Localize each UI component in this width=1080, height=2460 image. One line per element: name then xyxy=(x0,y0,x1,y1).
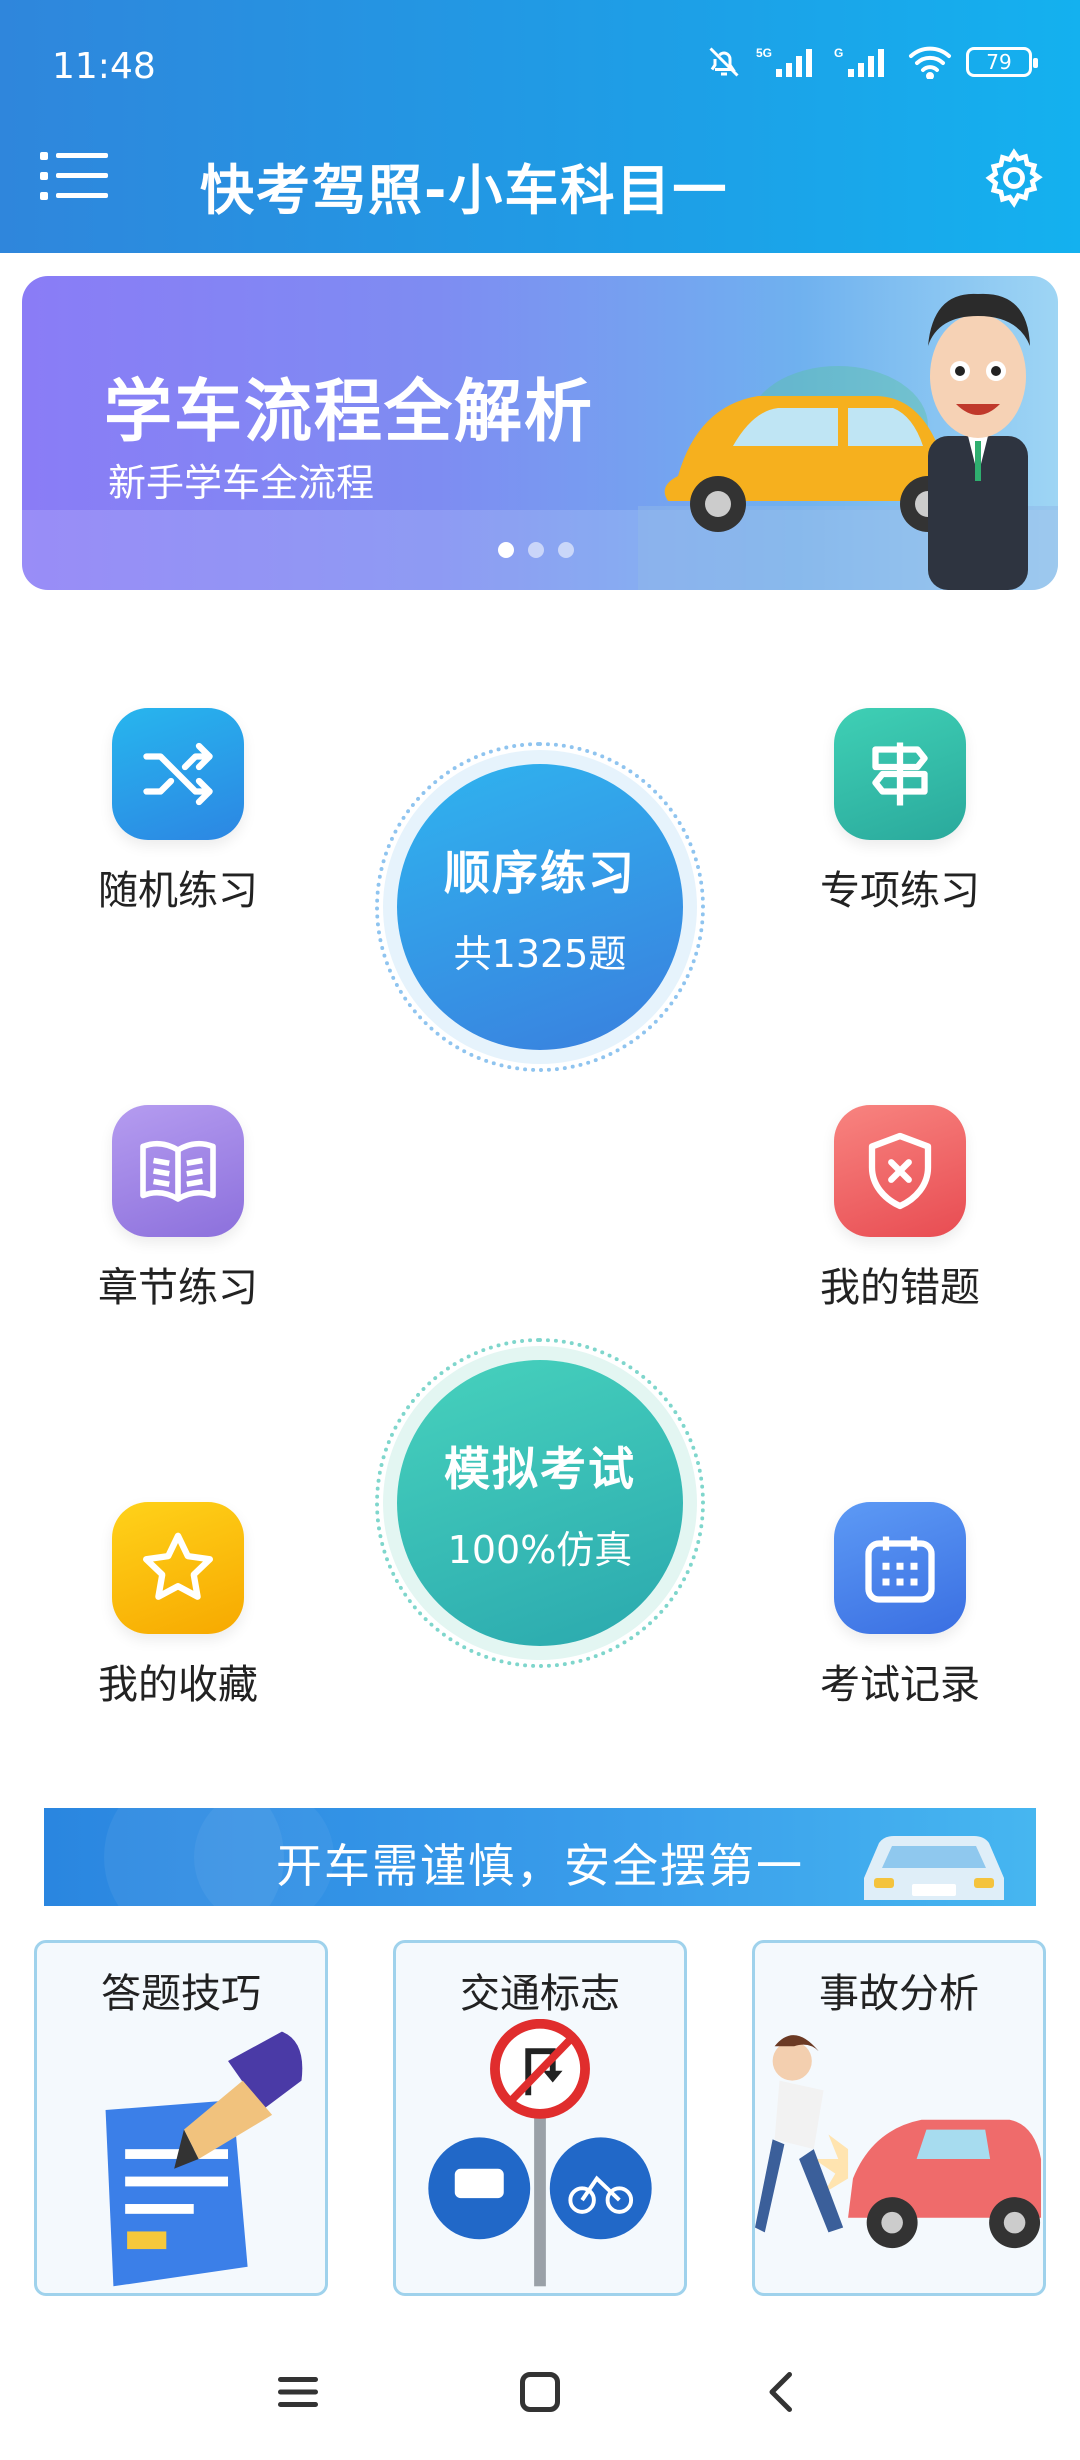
bell-off-icon xyxy=(709,47,739,77)
menu-button[interactable] xyxy=(40,148,112,204)
signal-5g-icon: 5G xyxy=(756,46,812,77)
signal-g-icon: G xyxy=(834,46,884,77)
sequential-practice-circle: 顺序练习 共1325题 xyxy=(397,764,683,1050)
answer-tips-title: 答题技巧 xyxy=(101,1971,261,2017)
accident-illustration xyxy=(755,2035,1042,2249)
book-icon xyxy=(140,1140,216,1202)
banner-dot xyxy=(558,542,574,558)
my-favorites-label: 我的收藏 xyxy=(98,1662,258,1708)
random-practice[interactable]: 随机练习 xyxy=(78,708,278,916)
banner-title: 学车流程全解析 xyxy=(104,373,595,452)
status-time: 11:48 xyxy=(52,46,156,87)
special-practice[interactable]: 专项练习 xyxy=(800,708,1000,916)
question-count: 共1325题 xyxy=(453,931,627,976)
banner-subtitle: 新手学车全流程 xyxy=(108,461,375,505)
svg-text:G: G xyxy=(834,46,843,60)
exam-records-label: 考试记录 xyxy=(820,1662,980,1708)
status-icons: 5G G 79 xyxy=(706,44,1038,80)
nav-home-button[interactable] xyxy=(510,2362,570,2422)
sequential-practice-title: 顺序练习 xyxy=(444,845,636,900)
my-mistakes-tile xyxy=(834,1105,966,1237)
svg-text:5G: 5G xyxy=(756,46,772,60)
traffic-sign-icon xyxy=(428,2019,652,2287)
gear-icon xyxy=(985,148,1043,208)
my-mistakes-label: 我的错题 xyxy=(820,1265,980,1311)
banner-dot xyxy=(498,542,514,558)
car-instructor-illustration xyxy=(638,293,1058,590)
battery-level: 79 xyxy=(986,50,1012,74)
nav-back-button[interactable] xyxy=(752,2362,812,2422)
pen-document-icon xyxy=(105,2031,303,2287)
nav-menu-icon xyxy=(278,2377,318,2407)
nav-back-icon xyxy=(769,2372,792,2412)
my-favorites-tile xyxy=(112,1502,244,1634)
chapter-practice-tile xyxy=(112,1105,244,1237)
accident-analysis-title: 事故分析 xyxy=(819,1971,979,2017)
battery-icon: 79 xyxy=(966,47,1038,77)
chapter-practice-label: 章节练习 xyxy=(98,1265,258,1311)
star-icon xyxy=(143,1532,214,1600)
exam-records[interactable]: 考试记录 xyxy=(800,1502,1000,1710)
menu-list-icon xyxy=(40,152,108,200)
nav-menu-button[interactable] xyxy=(268,2362,328,2422)
shuffle-icon xyxy=(143,742,213,806)
accident-analysis-card[interactable]: 事故分析 xyxy=(752,1940,1046,2296)
mock-exam-subtitle: 100%仿真 xyxy=(447,1527,633,1572)
promo-banner[interactable]: 学车流程全解析 新手学车全流程 xyxy=(22,276,1058,590)
exam-records-tile xyxy=(834,1502,966,1634)
shield-x-icon xyxy=(868,1132,932,1210)
special-practice-label: 专项练习 xyxy=(820,868,980,914)
nav-home-icon xyxy=(520,2372,560,2412)
mock-exam-title: 模拟考试 xyxy=(444,1441,636,1496)
mock-exam-circle: 模拟考试 100%仿真 xyxy=(397,1360,683,1646)
answer-tips-card[interactable]: 答题技巧 xyxy=(34,1940,328,2296)
wifi-icon xyxy=(909,46,951,79)
my-mistakes[interactable]: 我的错题 xyxy=(800,1105,1000,1313)
random-practice-label: 随机练习 xyxy=(98,868,258,914)
banner-dot xyxy=(528,542,544,558)
signpost-icon xyxy=(872,742,928,806)
settings-button[interactable] xyxy=(982,146,1046,210)
banner-pagination xyxy=(498,542,574,558)
app-title: 快考驾照-小车科目一 xyxy=(200,159,729,222)
special-practice-tile xyxy=(834,708,966,840)
sequential-practice-button[interactable]: 顺序练习 共1325题 xyxy=(375,742,705,1072)
chapter-practice[interactable]: 章节练习 xyxy=(78,1105,278,1313)
calendar-icon xyxy=(865,1536,935,1603)
random-practice-tile xyxy=(112,708,244,840)
mock-exam-button[interactable]: 模拟考试 100%仿真 xyxy=(375,1338,705,1668)
traffic-signs-title: 交通标志 xyxy=(460,1971,620,2017)
my-favorites[interactable]: 我的收藏 xyxy=(78,1502,278,1710)
safety-banner[interactable]: 开车需谨慎，安全摆第一 xyxy=(44,1808,1036,1906)
system-nav-bar xyxy=(0,2320,1080,2460)
traffic-signs-card[interactable]: 交通标志 xyxy=(393,1940,687,2296)
safety-slogan: 开车需谨慎，安全摆第一 xyxy=(276,1839,804,1893)
app-header: 11:48 5G G 79 快考驾照-小车科目一 xyxy=(0,0,1080,253)
